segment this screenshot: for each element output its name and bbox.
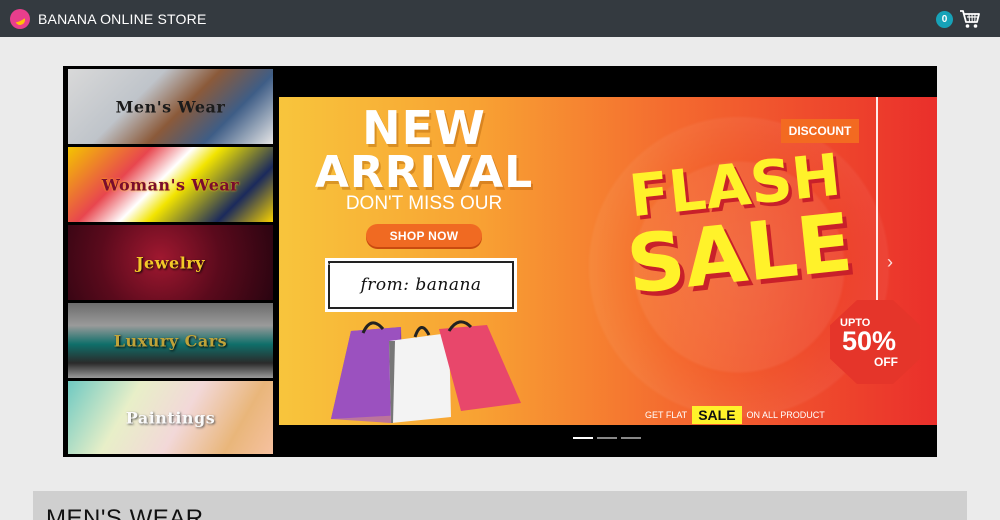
flat-suffix: ON ALL PRODUCT bbox=[746, 410, 825, 420]
brand-link[interactable]: BANANA ONLINE STORE bbox=[10, 0, 206, 37]
section-title: MEN'S WEAR bbox=[46, 505, 204, 520]
brand-title: BANANA ONLINE STORE bbox=[38, 10, 207, 27]
category-label: Paintings bbox=[125, 408, 216, 427]
flat-prefix: GET FLAT bbox=[645, 410, 688, 420]
category-label: Luxury Cars bbox=[113, 331, 228, 350]
carousel-next-icon[interactable]: › bbox=[880, 252, 900, 272]
category-label: Woman's Wear bbox=[101, 175, 240, 194]
discount-tag: DISCOUNT bbox=[781, 119, 859, 143]
carousel-indicators bbox=[573, 437, 641, 439]
from-text: from: banana bbox=[360, 275, 482, 295]
category-label: Jewelry bbox=[135, 253, 205, 272]
banana-logo-icon bbox=[10, 8, 30, 29]
shopping-cart-icon bbox=[959, 9, 981, 29]
sale-banner[interactable]: NEW ARRIVAL DON'T MISS OUR SHOP NOW from… bbox=[279, 97, 937, 425]
category-mens-wear[interactable]: Men's Wear bbox=[68, 69, 273, 144]
category-womans-wear[interactable]: Woman's Wear bbox=[68, 147, 273, 222]
carousel-indicator[interactable] bbox=[597, 437, 617, 439]
from-label-box: from: banana bbox=[325, 258, 517, 312]
percent-label: 50% bbox=[842, 326, 897, 356]
category-luxury-cars[interactable]: Luxury Cars bbox=[68, 303, 273, 378]
category-jewelry[interactable]: Jewelry bbox=[68, 225, 273, 300]
carousel-indicator[interactable] bbox=[573, 437, 593, 439]
banner-tagline: DON'T MISS OUR bbox=[345, 193, 503, 214]
mens-wear-section: MEN'S WEAR bbox=[33, 491, 967, 520]
carousel-indicator[interactable] bbox=[621, 437, 641, 439]
banner-divider bbox=[876, 97, 878, 307]
cart-button[interactable]: 0 bbox=[936, 8, 981, 30]
flat-sale-line: GET FLAT SALE ON ALL PRODUCT bbox=[645, 405, 825, 425]
carousel-prev-icon[interactable]: ‹ bbox=[321, 252, 335, 272]
off-label: OFF bbox=[874, 355, 898, 369]
flat-sale-highlight: SALE bbox=[692, 406, 742, 424]
hero-carousel: Men's Wear Woman's Wear Jewelry Luxury C… bbox=[63, 66, 937, 457]
shopping-bags-icon bbox=[331, 320, 521, 423]
upto-discount-badge: UPTO 50% OFF bbox=[830, 300, 920, 384]
category-label: Men's Wear bbox=[115, 97, 226, 116]
category-menu: Men's Wear Woman's Wear Jewelry Luxury C… bbox=[68, 69, 273, 454]
cart-count-badge: 0 bbox=[936, 10, 953, 28]
sale-text: SALE bbox=[622, 195, 857, 312]
category-paintings[interactable]: Paintings bbox=[68, 381, 273, 454]
shop-now-button[interactable]: SHOP NOW bbox=[366, 224, 482, 247]
top-navbar: BANANA ONLINE STORE 0 bbox=[0, 0, 1000, 37]
banner-arrival-text: ARRIVAL bbox=[314, 147, 534, 198]
